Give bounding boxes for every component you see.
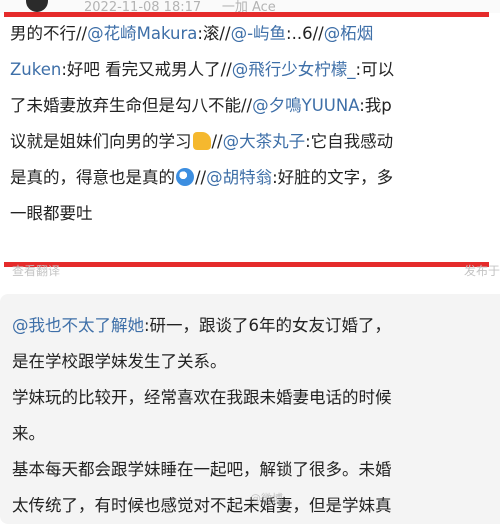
comment-text-span: :好吧 看完又戒男人了// <box>61 60 232 79</box>
user-mention-link[interactable]: @柘烟 <box>324 24 374 43</box>
comment-text-span: 议就是姐妹们向男的学习 <box>10 132 192 151</box>
comment-text-span: :滚// <box>197 24 231 43</box>
comment-text-span: :研一，跟谈了6年的女友订婚了， <box>144 316 392 335</box>
user-mention-link[interactable]: @花崎Makura <box>87 24 197 43</box>
card-line: 是在学校跟学妹发生了关系。 <box>12 344 500 380</box>
comment-text-span: 基本每天都会跟学妹睡在一起吧，解锁了很多。未婚 <box>12 460 392 479</box>
user-mention-link[interactable]: @-屿鱼 <box>231 24 286 43</box>
comment-text-span: :可以 <box>355 60 395 79</box>
user-mention-link[interactable]: @大茶丸子 <box>223 132 306 151</box>
highlighted-line: Zuken:好吧 看完又戒男人了//@飛行少女柠檬_:可以 <box>10 52 490 88</box>
comment-sub-bar: 查看翻译 发布于 <box>0 262 500 278</box>
comment-text-span: :..6// <box>286 24 324 43</box>
publish-info: 发布于 <box>463 264 500 278</box>
comment-text-span: :我p <box>359 96 392 115</box>
highlighted-line: 一眼都要吐 <box>10 196 490 232</box>
comment-text-span: // <box>211 132 223 151</box>
translate-link[interactable]: 查看翻译 <box>12 262 60 279</box>
dizzy-emoji-icon <box>176 168 194 186</box>
highlighted-line: 是真的，得意也是真的 //@胡特翁:好脏的文字，多 <box>10 160 490 196</box>
card-line: @我也不太了解她:研一，跟谈了6年的女友订婚了， <box>12 308 500 344</box>
comment-text-span: 男的不行// <box>10 24 88 43</box>
user-mention-link[interactable]: @飛行少女柠檬_ <box>232 60 356 79</box>
comment-text-span: 学妹玩的比较开，经常喜欢在我跟未婚妻电话的时候 <box>12 388 392 407</box>
comment-text-span: 来。 <box>12 424 45 443</box>
card-line: 基本每天都会跟学妹睡在一起吧，解锁了很多。未婚 <box>12 452 500 488</box>
avatar[interactable] <box>26 0 48 12</box>
highlighted-line: 了未婚妻放弃生命但是勾八不能//@夕鳴YUUNA:我p <box>10 88 490 124</box>
highlighted-line: 男的不行//@花崎Makura:滚//@-屿鱼:..6//@柘烟 <box>10 16 490 52</box>
comment-text-span: 一眼都要吐 <box>10 204 93 223</box>
comment-text-span: 是在学校跟学妹发生了关系。 <box>12 352 227 371</box>
thumbs-emoji-icon <box>192 132 211 150</box>
comment-text-span: 太传统了，有时候也感觉对不起未婚妻，但是学妹真 <box>12 496 392 515</box>
comment-text-span: :好脏的文字，多 <box>272 168 394 187</box>
highlighted-comment-text: 男的不行//@花崎Makura:滚//@-屿鱼:..6//@柘烟 Zuken:好吧… <box>10 16 490 232</box>
comment-text-span: 了未婚妻放弃生命但是勾八不能// <box>10 96 253 115</box>
comment-text-span: :它自我感动 <box>305 132 394 151</box>
card-line: 学妹玩的比较开，经常喜欢在我跟未婚妻电话的时候 <box>12 380 500 416</box>
watermark: @微博 <box>250 492 283 505</box>
comment-text-span: 是真的，得意也是真的 <box>10 168 175 187</box>
comment-text-span: // <box>195 168 207 187</box>
highlighted-line: 议就是姐妹们向男的学习 //@大茶丸子:它自我感动 <box>10 124 490 160</box>
user-mention-link[interactable]: @我也不太了解她 <box>12 316 144 335</box>
user-mention-link[interactable]: Zuken <box>10 60 61 79</box>
user-mention-link[interactable]: @夕鳴YUUNA <box>252 96 359 115</box>
card-line: 来。 <box>12 416 500 452</box>
user-mention-link[interactable]: @胡特翁 <box>206 168 272 187</box>
